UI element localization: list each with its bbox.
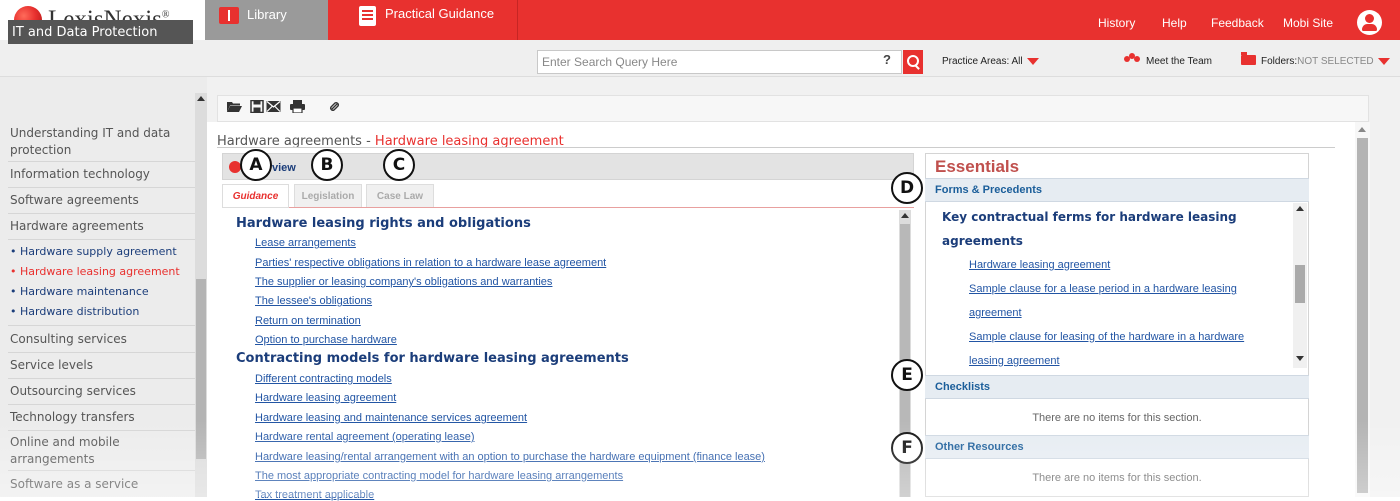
sidebar-item-information-technology[interactable]: Information technology (10, 166, 195, 183)
other-resources-section-label: Other Resources (935, 441, 1024, 453)
form-link[interactable]: leasing agreement (969, 355, 1060, 367)
practice-areas-label: Practice Areas: All (942, 56, 1023, 67)
sidebar-item-outsourcing-services[interactable]: Outsourcing services (10, 383, 195, 400)
tab-legislation[interactable]: Legislation (294, 184, 362, 208)
search-input[interactable] (537, 50, 902, 74)
user-icon[interactable] (1357, 10, 1382, 35)
toc-link[interactable]: The most appropriate contracting model f… (255, 470, 623, 482)
sidebar-item-hardware-agreements[interactable]: Hardware agreements (10, 218, 195, 235)
tab-accent-line (289, 207, 914, 208)
tab-library[interactable]: Library (205, 0, 328, 40)
essentials-title: Essentials (935, 157, 1020, 176)
meet-the-team-link[interactable]: Meet the Team (1146, 56, 1212, 67)
sidebar-subitem-hardware-distribution[interactable]: • Hardware distribution (10, 305, 139, 318)
help-link[interactable]: Help (1162, 16, 1187, 30)
toc-link[interactable]: Hardware leasing and maintenance service… (255, 412, 527, 424)
sidebar-item-consulting-services[interactable]: Consulting services (10, 331, 195, 348)
email-icon[interactable] (266, 100, 281, 113)
folders-label: Folders: (1261, 56, 1298, 67)
toc-link[interactable]: Tax treatment applicable (255, 489, 374, 501)
toc-link[interactable]: Lease arrangements (255, 237, 356, 249)
other-resources-empty-message: There are no items for this section. (1032, 472, 1202, 484)
section-heading: Contracting models for hardware leasing … (236, 351, 629, 366)
toc-link[interactable]: Option to purchase hardware (255, 334, 397, 346)
callout-d: D (891, 172, 923, 204)
folder-icon (1241, 52, 1256, 65)
main-scrollbar[interactable] (1355, 122, 1370, 497)
book-icon (219, 7, 239, 24)
sidebar-title[interactable]: IT and Data Protection (8, 20, 193, 44)
save-icon[interactable] (250, 100, 265, 113)
document-toolbar (217, 95, 1369, 122)
checklists-empty-message: There are no items for this section. (1032, 412, 1202, 424)
tab-practical-guidance-label: Practical Guidance (385, 6, 495, 21)
callout-e: E (891, 359, 923, 391)
open-folder-icon[interactable] (227, 100, 242, 113)
sidebar-subitem-hardware-leasing[interactable]: • Hardware leasing agreement (10, 265, 180, 278)
callout-f: F (891, 432, 923, 464)
toc-link[interactable]: Different contracting models (255, 373, 392, 385)
toc-link[interactable]: Parties' respective obligations in relat… (255, 257, 606, 269)
sidebar-item-service-levels[interactable]: Service levels (10, 357, 195, 374)
forms-section-label: Forms & Precedents (935, 184, 1042, 196)
callout-c: C (383, 149, 415, 181)
link-icon[interactable] (327, 100, 342, 113)
sidebar-item-software-agreements[interactable]: Software agreements (10, 192, 195, 209)
section-heading: Hardware leasing rights and obligations (236, 216, 531, 231)
form-link[interactable]: Sample clause for leasing of the hardwar… (969, 331, 1244, 343)
overview-title: view (272, 162, 296, 174)
forms-heading: Key contractual ferms for hardware leasi… (942, 210, 1237, 224)
chevron-down-icon (1377, 57, 1390, 65)
search-button[interactable] (903, 50, 923, 74)
sidebar-subitem-hardware-maintenance[interactable]: • Hardware maintenance (10, 285, 149, 298)
chevron-down-icon (1026, 57, 1039, 65)
form-link[interactable]: agreement (969, 307, 1022, 319)
tab-practical-guidance[interactable]: Practical Guidance (328, 0, 518, 40)
form-link[interactable]: Hardware leasing agreement (969, 259, 1110, 271)
sidebar-subitem-hardware-supply[interactable]: • Hardware supply agreement (10, 245, 177, 258)
folders-value: NOT SELECTED (1297, 56, 1374, 67)
mobi-site-link[interactable]: Mobi Site (1283, 16, 1333, 30)
sidebar-item-technology-transfers[interactable]: Technology transfers (10, 409, 195, 426)
document-icon (359, 6, 376, 26)
callout-b: B (311, 149, 343, 181)
practice-areas-dropdown[interactable]: Practice Areas: All (942, 56, 1039, 67)
toc-link[interactable]: Hardware leasing agreement (255, 392, 396, 404)
forms-scrollbar[interactable] (1293, 203, 1307, 368)
breadcrumb-divider (217, 147, 1335, 148)
team-icon (1124, 53, 1140, 65)
toc-link[interactable]: The supplier or leasing company's obliga… (255, 276, 552, 288)
sidebar-item-understanding[interactable]: Understanding IT and data protection (10, 125, 195, 159)
search-help-icon[interactable]: ? (883, 52, 891, 67)
folders-dropdown[interactable]: Folders:NOT SELECTED (1261, 56, 1390, 67)
tab-case-law[interactable]: Case Law (366, 184, 434, 208)
forms-heading: agreements (942, 234, 1023, 248)
form-link[interactable]: Sample clause for a lease period in a ha… (969, 283, 1237, 295)
toc-link[interactable]: Return on termination (255, 315, 361, 327)
history-link[interactable]: History (1098, 16, 1135, 30)
tab-library-label: Library (247, 7, 287, 22)
toc-link[interactable]: Hardware leasing/rental arrangement with… (255, 451, 765, 463)
toc-link[interactable]: Hardware rental agreement (operating lea… (255, 431, 475, 443)
checklists-section-label: Checklists (935, 381, 991, 393)
toc-link[interactable]: The lessee's obligations (255, 295, 372, 307)
sidebar-item-online-mobile[interactable]: Online and mobile arrangements (10, 434, 195, 468)
sidebar-scrollbar[interactable] (195, 93, 207, 497)
callout-a: A (240, 149, 272, 181)
tab-guidance[interactable]: Guidance (222, 184, 289, 208)
print-icon[interactable] (290, 100, 305, 113)
sidebar-item-software-as-a-service[interactable]: Software as a service (10, 476, 195, 493)
feedback-link[interactable]: Feedback (1211, 16, 1264, 30)
